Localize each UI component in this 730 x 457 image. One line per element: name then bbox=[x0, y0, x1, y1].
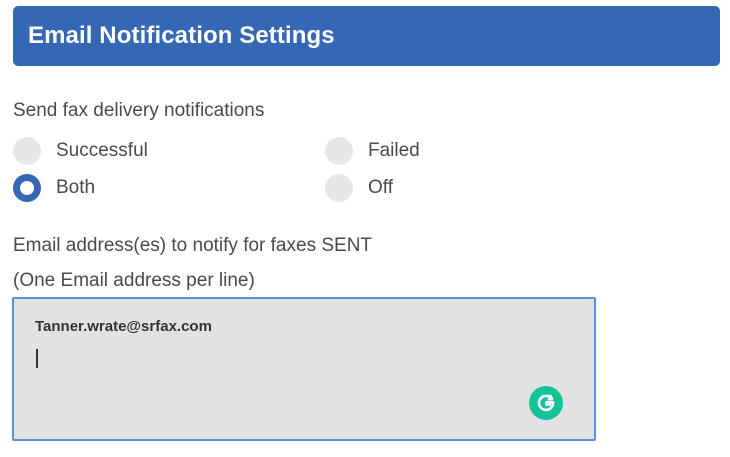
radio-off[interactable]: Off bbox=[325, 174, 393, 202]
fax-notifications-label: Send fax delivery notifications bbox=[13, 100, 265, 121]
radio-successful-circle[interactable] bbox=[13, 137, 41, 165]
page-title: Email Notification Settings bbox=[28, 22, 335, 49]
radio-both[interactable]: Both bbox=[13, 174, 95, 202]
text-caret bbox=[36, 349, 38, 368]
radio-off-circle[interactable] bbox=[325, 174, 353, 202]
email-sent-value[interactable]: Tanner.wrate@srfax.com bbox=[35, 318, 212, 335]
radio-successful[interactable]: Successful bbox=[13, 137, 148, 165]
radio-failed-label: Failed bbox=[368, 140, 420, 161]
radio-both-label: Both bbox=[56, 177, 96, 198]
radio-failed-circle[interactable] bbox=[325, 137, 353, 165]
radio-failed[interactable]: Failed bbox=[325, 137, 420, 165]
radio-successful-label: Successful bbox=[56, 140, 148, 161]
email-sent-textarea[interactable]: Tanner.wrate@srfax.com bbox=[12, 297, 596, 441]
email-sent-hint: (One Email address per line) bbox=[13, 270, 255, 291]
settings-header: Email Notification Settings bbox=[13, 6, 720, 66]
grammarly-icon[interactable] bbox=[529, 386, 563, 420]
radio-both-circle[interactable] bbox=[13, 174, 41, 202]
email-sent-label: Email address(es) to notify for faxes SE… bbox=[13, 235, 373, 256]
radio-off-label: Off bbox=[368, 177, 393, 198]
grammarly-g-glyph bbox=[537, 394, 555, 412]
